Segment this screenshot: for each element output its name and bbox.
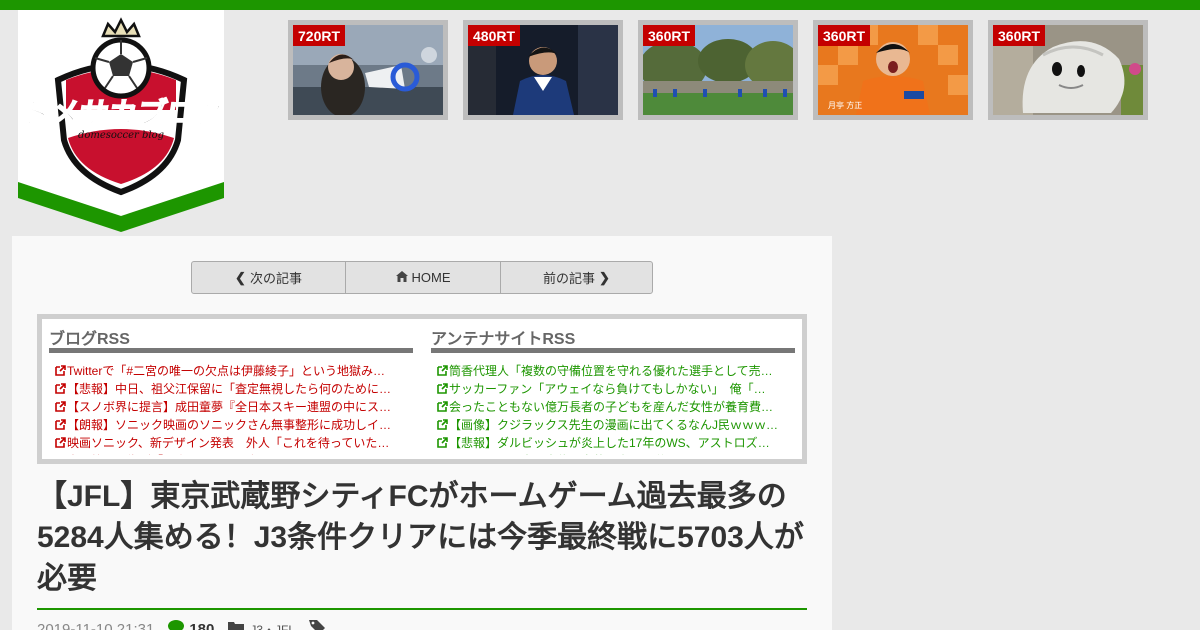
external-link-icon [431, 454, 449, 455]
rss-item-title: 【画像】クジラックス先生の漫画に出てくるなんJ民ｗｗｗ… [449, 417, 779, 432]
external-link-icon [49, 418, 67, 430]
external-link-icon [49, 454, 67, 455]
rss-item-title: 【悲報】ダルビッシュが炎上した17年のWS、アストロズが… [449, 435, 779, 450]
previous-article-button[interactable]: 前の記事 ❯ [501, 262, 652, 293]
rss-item-title: 【スノボ界に提言】成田童夢『全日本スキー連盟の中にス… [67, 399, 392, 414]
comment-count: 180 [189, 620, 215, 630]
thumbnail-card[interactable]: 480RT [463, 20, 623, 120]
rss-item[interactable]: サッカーファン「アウェイなら負けてもしかない」 俺「… [431, 379, 795, 397]
title-underline [37, 608, 807, 610]
next-article-label: 次の記事 [249, 271, 302, 286]
rss-item[interactable]: 【画像】クジラックス先生の漫画に出てくるなんJ民ｗｗｗ… [431, 415, 795, 433]
article-meta: 2019-11-10 21:31 180 J3・JFL [37, 620, 326, 630]
rss-item-title: Twitterで「#二宮の唯一の欠点は伊藤綾子」という地獄み… [67, 363, 386, 378]
logo-emblem: ドメサカブログ domesoccer blog [18, 10, 224, 232]
chevron-left-icon: ❮ [235, 269, 246, 285]
home-icon [395, 270, 408, 285]
antenna-rss-list: 筒香代理人「複数の守備位置を守れる優れた選手として売… サッカーファン「アウェイな… [431, 361, 795, 455]
rss-item-title: 【サッカー】本田圭佑、変装写真を報道されたことについ… [449, 452, 779, 456]
external-link-icon [431, 400, 449, 412]
antenna-rss-heading: アンテナサイトRSS [431, 331, 576, 348]
rss-item-title: サッカーファン「アウェイなら負けてもしかない」 俺「… [449, 381, 766, 396]
main-content-panel: ❮ 次の記事 HOME 前の記事 ❯ ブログRSS Twitterで「#二宮の唯… [12, 236, 832, 630]
next-article-button[interactable]: ❮ 次の記事 [192, 262, 346, 293]
retweet-count-badge: 360RT [643, 25, 696, 46]
rss-item-title: 【悲報】中日、祖父江保留に「査定無視したら何のために… [67, 381, 392, 396]
rss-item[interactable]: 【悲報】ダルビッシュが炎上した17年のWS、アストロズが… [431, 433, 795, 451]
rss-item[interactable]: Twitterで「#二宮の唯一の欠点は伊藤綾子」という地獄み… [49, 361, 413, 379]
retweet-count-badge: 360RT [818, 25, 871, 46]
home-label: HOME [411, 270, 451, 285]
comment-count-link[interactable]: 180 [168, 620, 214, 630]
rss-item-title: 映画ソニック、新デザイン発表 外人「これを待っていた… [67, 435, 390, 450]
thumbnail-card[interactable]: 360RT [988, 20, 1148, 120]
rss-item-title: 東北第二の街が「郡山」という風潮・・・ [67, 452, 397, 456]
external-link-icon [49, 364, 67, 376]
home-button[interactable]: HOME [346, 262, 501, 293]
chevron-right-icon: ❯ [599, 269, 610, 285]
category-label: J3・JFL [250, 622, 296, 630]
antenna-rss-column: アンテナサイトRSS 筒香代理人「複数の守備位置を守れる優れた選手として売… サッ… [431, 319, 795, 455]
popular-posts-thumbnails: 720RT 480RT 360RT 月亭 方正 360RT 360RT [288, 20, 1148, 120]
thumbnail-card[interactable]: 720RT [288, 20, 448, 120]
external-link-icon [431, 418, 449, 430]
rss-item[interactable]: 筒香代理人「複数の守備位置を守れる優れた選手として売… [431, 361, 795, 379]
retweet-count-badge: 360RT [993, 25, 1046, 46]
external-link-icon [49, 400, 67, 412]
rss-item[interactable]: 会ったこともない億万長者の子どもを産んだ女性が養育費2… [431, 397, 795, 415]
rss-item[interactable]: 【スノボ界に提言】成田童夢『全日本スキー連盟の中にス… [49, 397, 413, 415]
external-link-icon [49, 436, 67, 448]
comment-bubble-icon [168, 620, 185, 630]
rss-item[interactable]: 【悲報】中日、祖父江保留に「査定無視したら何のために… [49, 379, 413, 397]
rss-widget: ブログRSS Twitterで「#二宮の唯一の欠点は伊藤綾子」という地獄み… 【悲… [37, 314, 807, 464]
tag-icon [309, 620, 326, 630]
rss-item[interactable]: 映画ソニック、新デザイン発表 外人「これを待っていた… [49, 433, 413, 451]
rss-item[interactable]: 東北第二の街が「郡山」という風潮・・・ [49, 451, 413, 455]
external-link-icon [431, 436, 449, 448]
external-link-icon [431, 382, 449, 394]
blog-rss-column: ブログRSS Twitterで「#二宮の唯一の欠点は伊藤綾子」という地獄み… 【悲… [49, 319, 413, 455]
retweet-count-badge: 480RT [468, 25, 521, 46]
external-link-icon [49, 382, 67, 394]
article-nav: ❮ 次の記事 HOME 前の記事 ❯ [191, 261, 653, 294]
rss-item[interactable]: 【サッカー】本田圭佑、変装写真を報道されたことについ… [431, 451, 795, 455]
previous-article-label: 前の記事 [543, 271, 596, 286]
post-date: 2019-11-10 21:31 [37, 620, 155, 630]
blog-rss-heading: ブログRSS [49, 331, 130, 348]
svg-text:domesoccer blog: domesoccer blog [78, 130, 164, 141]
rss-item-title: 会ったこともない億万長者の子どもを産んだ女性が養育費2… [449, 399, 779, 414]
site-logo[interactable]: ドメサカブログ domesoccer blog [18, 10, 224, 234]
folder-icon [228, 621, 245, 630]
article-title: 【JFL】東京武蔵野シティFCがホームゲーム過去最多の5284人集める！J3条件… [37, 480, 804, 595]
rss-item[interactable]: 【朗報】ソニック映画のソニックさん無事整形に成功しイ… [49, 415, 413, 433]
retweet-count-badge: 720RT [293, 25, 346, 46]
svg-text:ドメサカブログ: ドメサカブログ [18, 96, 224, 130]
blog-rss-list: Twitterで「#二宮の唯一の欠点は伊藤綾子」という地獄み… 【悲報】中日、祖父… [49, 361, 413, 455]
rss-item-title: 筒香代理人「複数の守備位置を守れる優れた選手として売… [449, 363, 773, 378]
thumbnail-card[interactable]: 360RT [638, 20, 798, 120]
category-link[interactable]: J3・JFL [228, 621, 295, 630]
thumbnail-card[interactable]: 月亭 方正 360RT [813, 20, 973, 120]
thumbnail-caption: 月亭 方正 [828, 101, 863, 110]
external-link-icon [431, 364, 449, 376]
rss-item-title: 【朗報】ソニック映画のソニックさん無事整形に成功しイ… [67, 417, 392, 432]
top-accent-bar [0, 0, 1200, 10]
